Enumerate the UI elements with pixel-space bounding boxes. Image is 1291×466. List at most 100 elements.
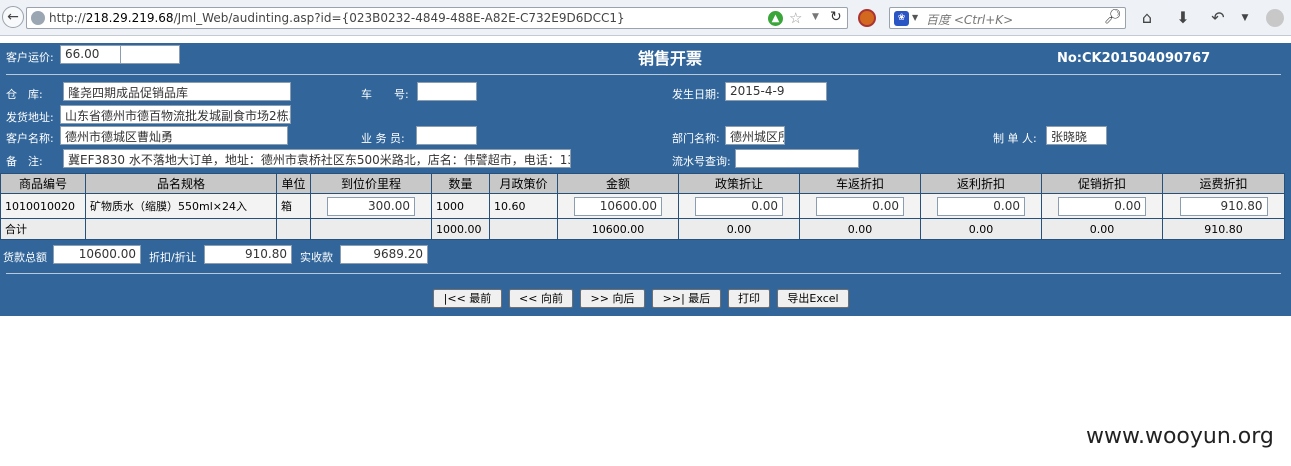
cell-unit: 箱 (276, 193, 311, 219)
col-header-car-discount: 车返折扣 (799, 173, 921, 194)
baidu-paw-icon: ❀ (894, 11, 909, 26)
col-header-unit: 单位 (276, 173, 311, 194)
department-label: 部门名称: (672, 132, 720, 145)
received-field[interactable]: 9689.20 (340, 245, 428, 264)
table-total-row: 合计 1000.00 10600.00 0.00 0.00 0.00 0.00 … (0, 218, 1285, 240)
salesman-field[interactable] (416, 126, 477, 145)
serial-search-label: 流水号查询: (672, 155, 731, 168)
goods-total-label: 货款总额 (3, 251, 47, 264)
last-record-button[interactable]: >>| 最后 (652, 289, 721, 308)
ship-address-label: 发货地址: (6, 111, 54, 124)
chevron-down-icon[interactable]: ▼ (812, 12, 819, 22)
address-bar[interactable]: http://218.29.219.68/Jml_Web/audinting.a… (26, 7, 848, 29)
promo-discount-input[interactable]: 0.00 (1058, 196, 1146, 216)
export-excel-button[interactable]: 导出Excel (777, 289, 849, 308)
total-car-discount: 0.00 (799, 218, 921, 240)
browser-toolbar: ← http://218.29.219.68/Jml_Web/audinting… (0, 0, 1291, 36)
col-header-code: 商品编号 (0, 173, 86, 194)
block-extension-icon[interactable] (858, 9, 876, 27)
col-header-promo-discount: 促销折扣 (1041, 173, 1163, 194)
previous-record-button[interactable]: << 向前 (509, 289, 573, 308)
rebate-discount-input[interactable]: 0.00 (937, 196, 1025, 216)
print-button[interactable]: 打印 (728, 289, 770, 308)
col-header-amount: 金额 (557, 173, 679, 194)
cell-promo-discount: 0.00 (1041, 193, 1163, 219)
col-header-policy-discount: 政策折让 (678, 173, 800, 194)
footer-divider (6, 273, 1281, 274)
reload-icon[interactable]: ↻ (830, 9, 842, 25)
header-divider (6, 74, 1281, 75)
bookmark-star-icon[interactable]: ☆ (789, 9, 802, 27)
goods-total-field[interactable]: 10600.00 (53, 245, 141, 264)
policy-discount-input[interactable]: 0.00 (695, 196, 783, 216)
total-policy-discount: 0.00 (678, 218, 800, 240)
discount-field[interactable]: 910.80 (204, 245, 292, 264)
cell-rebate-discount: 0.00 (920, 193, 1042, 219)
col-header-name: 品名规格 (85, 173, 277, 194)
maker-label: 制 单 人: (993, 132, 1037, 145)
url-host: 218.29.219.68 (85, 11, 174, 25)
date-label: 发生日期: (672, 88, 720, 101)
cell-code: 1010010020 (0, 193, 86, 219)
download-arrow-icon[interactable]: ⬇︎ (1172, 7, 1194, 29)
table-row: 1010010020 矿物质水（缩膜）550ml×24入 箱 300.00 10… (0, 193, 1285, 219)
total-empty-name (85, 218, 277, 240)
ship-address-field[interactable]: 山东省德州市德百物流批发城副食市场2栋32、 (60, 105, 291, 124)
warehouse-label: 仓 库: (6, 88, 43, 101)
cell-policy-discount: 0.00 (678, 193, 800, 219)
addon-circle-icon[interactable] (1266, 9, 1284, 27)
cell-freight-discount: 910.80 (1162, 193, 1285, 219)
document-number: No:CK201504090767 (1057, 51, 1211, 66)
url-scheme: http:// (49, 11, 86, 25)
car-discount-input[interactable]: 0.00 (816, 196, 904, 216)
cell-car-discount: 0.00 (799, 193, 921, 219)
total-freight-discount: 910.80 (1162, 218, 1285, 240)
warehouse-field[interactable]: 隆尧四期成品促销品库 (63, 82, 291, 101)
col-header-price: 到位价里程 (310, 173, 432, 194)
car-number-label: 车 号: (361, 88, 409, 101)
search-placeholder: 百度 <Ctrl+K> (926, 13, 1014, 27)
home-icon[interactable]: ⌂ (1136, 7, 1158, 29)
date-field[interactable]: 2015-4-9 (725, 82, 827, 101)
total-qty: 1000.00 (431, 218, 490, 240)
discount-label: 折扣/折让 (149, 251, 197, 264)
cell-name: 矿物质水（缩膜）550ml×24入 (85, 193, 277, 219)
product-table: 商品编号 品名规格 单位 到位价里程 数量 月政策价 金额 政策折让 车返折扣 … (0, 173, 1285, 240)
search-engine-dropdown-icon[interactable]: ▼ (912, 13, 918, 22)
cell-qty: 1000 (431, 193, 490, 219)
total-empty-monthly (489, 218, 558, 240)
freight-discount-input[interactable]: 910.80 (1179, 196, 1268, 216)
globe-icon (31, 11, 45, 25)
serial-search-field[interactable] (735, 149, 859, 168)
cell-amount: 10600.00 (557, 193, 679, 219)
customer-name-field[interactable]: 德州市德城区曹灿勇 (60, 126, 288, 145)
col-header-rebate-discount: 返利折扣 (920, 173, 1042, 194)
table-header-row: 商品编号 品名规格 单位 到位价里程 数量 月政策价 金额 政策折让 车返折扣 … (0, 173, 1285, 194)
maker-field[interactable]: 张晓晓 (1046, 126, 1107, 145)
menu-chevron-down-icon[interactable]: ▼ (1234, 7, 1256, 29)
total-amount: 10600.00 (557, 218, 679, 240)
site-watermark: www.wooyun.org (1086, 424, 1274, 449)
col-header-freight-discount: 运费折扣 (1162, 173, 1285, 194)
cell-monthly-price: 10.60 (489, 193, 558, 219)
remark-label: 备 注: (6, 155, 43, 168)
cell-price: 300.00 (310, 193, 432, 219)
customer-name-label: 客户名称: (6, 132, 54, 145)
car-number-field[interactable] (417, 82, 477, 101)
amount-input[interactable]: 10600.00 (574, 196, 662, 216)
remark-field[interactable]: 冀EF3830 水不落地大订单，地址：德州市袁桥社区东500米路北，店名：伟譬超… (63, 149, 571, 168)
address-url[interactable]: http://218.29.219.68/Jml_Web/audinting.a… (49, 11, 625, 25)
price-input[interactable]: 300.00 (327, 196, 415, 216)
back-arrow-icon[interactable]: ← (2, 6, 24, 28)
search-bar[interactable]: ❀ ▼ 百度 <Ctrl+K> 🔎︎ (889, 7, 1126, 29)
total-label: 合计 (0, 218, 86, 240)
sales-invoice-panel: 客户运价: 66.00 销售开票 No:CK201504090767 仓 库: … (0, 43, 1291, 316)
total-rebate-discount: 0.00 (920, 218, 1042, 240)
undo-arrow-icon[interactable]: ↶ (1207, 7, 1229, 29)
salesman-label: 业 务 员: (361, 132, 405, 145)
next-record-button[interactable]: >> 向后 (580, 289, 645, 308)
department-field[interactable]: 德州城区所 (725, 126, 785, 145)
go-arrow-icon[interactable]: ▲ (768, 11, 783, 26)
search-icon[interactable]: 🔎︎ (1104, 9, 1122, 25)
first-record-button[interactable]: |<< 最前 (433, 289, 502, 308)
